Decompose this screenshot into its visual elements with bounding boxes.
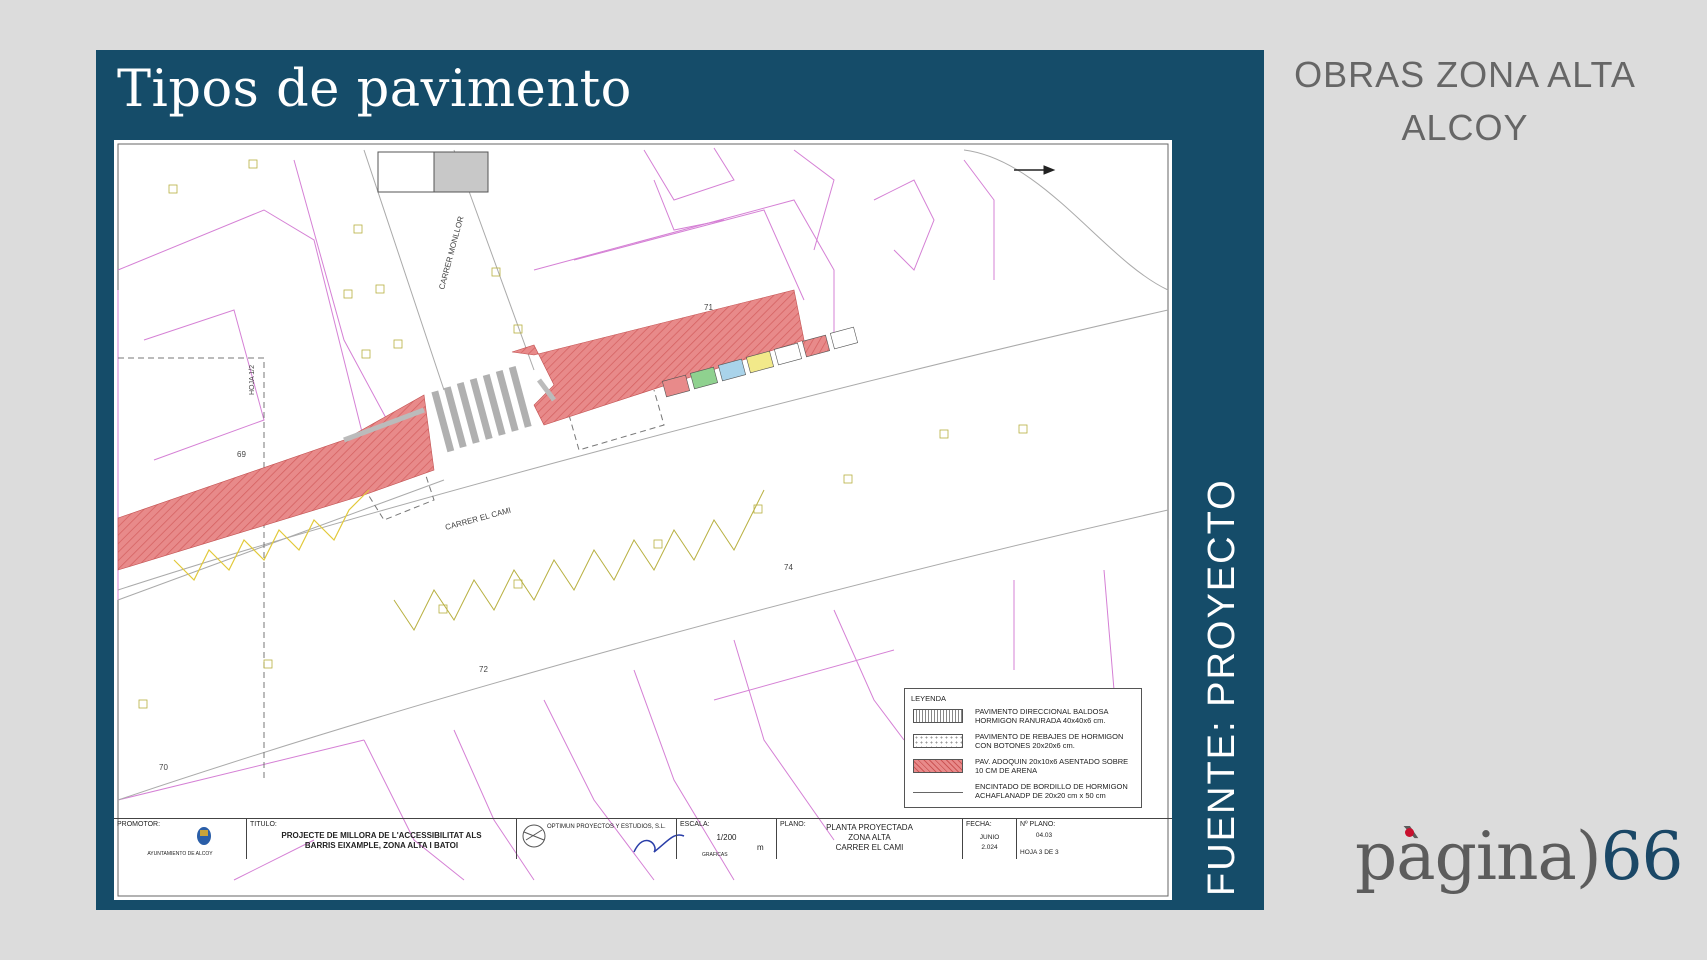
tb-titulo-text: PROJECTE DE MILLORA DE L'ACCESSIBILITAT … bbox=[281, 831, 482, 850]
pedestrian-crossing bbox=[431, 366, 532, 453]
side-title: OBRAS ZONA ALTA ALCOY bbox=[1294, 54, 1636, 148]
tb-titulo: TITULO: PROJECTE DE MILLORA DE L'ACCESSI… bbox=[247, 819, 517, 859]
north-arrow-icon bbox=[1014, 165, 1056, 175]
label-lot-70: 70 bbox=[159, 763, 168, 772]
tree-pits bbox=[138, 159, 1028, 709]
slide-panel: Tipos de pavimento CARRER MONLLOR CARRER… bbox=[96, 50, 1264, 910]
legend-swatch-curb bbox=[913, 784, 963, 793]
brand-paren: ) bbox=[1575, 818, 1602, 895]
label-lot-69: 69 bbox=[237, 450, 246, 459]
label-lot-74: 74 bbox=[784, 563, 793, 572]
tb-plano-text: PLANTA PROYECTADA ZONA ALTA CARRER EL CA… bbox=[826, 823, 913, 852]
label-street-north: CARRER MONLLOR bbox=[437, 215, 465, 291]
tb-escala-value: 1/200 bbox=[716, 833, 737, 842]
tb-fecha: FECHA: JUNIO 2.024 bbox=[963, 819, 1017, 859]
source-label: FUENTE: PROYECTO bbox=[1201, 478, 1243, 896]
tb-hoja: HOJA 3 DE 3 bbox=[1020, 849, 1059, 856]
brand-dot bbox=[1405, 828, 1414, 837]
legend-swatch-dotted bbox=[913, 734, 963, 748]
tb-escala-label: ESCALA: bbox=[680, 821, 710, 828]
legend-item: ENCINTADO DE BORDILLO DE HORMIGON ACHAFL… bbox=[913, 782, 1135, 804]
brand-number: 66 bbox=[1600, 818, 1684, 895]
slide-title: Tipos de pavimento bbox=[117, 60, 632, 119]
tb-graficas: GRAFICAS bbox=[702, 852, 728, 858]
tb-company: OPTIMUN PROYECTOS Y ESTUDIOS, S.L. bbox=[517, 819, 677, 859]
title-block: PROMOTOR: AYUNTAMIENTO DE ALCOY TITULO: … bbox=[114, 818, 1172, 859]
tb-fecha-label: FECHA: bbox=[966, 821, 992, 828]
legend-text: PAV. ADOQUIN 20x10x6 ASENTADO SOBRE 10 C… bbox=[975, 757, 1129, 775]
tb-promotor-name: AYUNTAMIENTO DE ALCOY bbox=[147, 851, 213, 857]
tb-nplano: Nº PLANO: 04.03 HOJA 3 DE 3 bbox=[1017, 819, 1172, 859]
legend-text: ENCINTADO DE BORDILLO DE HORMIGON ACHAFL… bbox=[975, 782, 1128, 800]
tb-company-name: OPTIMUN PROYECTOS Y ESTUDIOS, S.L. bbox=[547, 824, 666, 830]
legend-text: PAVIMENTO DIRECCIONAL BALDOSA HORMIGON R… bbox=[975, 707, 1109, 725]
legend-title: LEYENDA bbox=[911, 694, 947, 703]
plan-sheet: CARRER MONLLOR CARRER EL CAMI HOJA 1/2 7… bbox=[114, 140, 1172, 900]
brand-logo: pàgina)66 bbox=[1355, 818, 1684, 895]
label-lot-72: 72 bbox=[479, 665, 488, 674]
legend-item: PAV. ADOQUIN 20x10x6 ASENTADO SOBRE 10 C… bbox=[913, 757, 1135, 779]
legend: LEYENDA PAVIMENTO DIRECCIONAL BALDOSA HO… bbox=[904, 688, 1142, 808]
legend-item: PAVIMENTO DE REBAJES DE HORMIGON CON BOT… bbox=[913, 732, 1135, 754]
tb-nplano-value: 04.03 bbox=[1035, 832, 1053, 839]
tb-promotor: PROMOTOR: AYUNTAMIENTO DE ALCOY bbox=[114, 819, 247, 859]
legend-swatch-pink bbox=[913, 759, 963, 773]
label-street-main: CARRER EL CAMI bbox=[444, 506, 512, 532]
legend-text: PAVIMENTO DE REBAJES DE HORMIGON CON BOT… bbox=[975, 732, 1124, 750]
tb-promotor-label: PROMOTOR: bbox=[117, 821, 161, 828]
tb-plano: PLANO: PLANTA PROYECTADA ZONA ALTA CARRE… bbox=[777, 819, 963, 859]
label-lot-71: 71 bbox=[704, 303, 713, 312]
tb-nplano-label: Nº PLANO: bbox=[1020, 821, 1056, 828]
legend-item: PAVIMENTO DIRECCIONAL BALDOSA HORMIGON R… bbox=[913, 707, 1135, 729]
parking-markings-olive bbox=[393, 489, 765, 631]
tb-escala: ESCALA: 1/200 m GRAFICAS bbox=[677, 819, 777, 859]
brand-word: pàgina bbox=[1355, 818, 1577, 895]
label-sheet-ref: HOJA 1/2 bbox=[249, 365, 256, 395]
tb-titulo-label: TITULO: bbox=[250, 821, 277, 828]
tb-fecha-value: JUNIO 2.024 bbox=[979, 834, 1000, 851]
legend-swatch-grooved bbox=[913, 709, 963, 723]
